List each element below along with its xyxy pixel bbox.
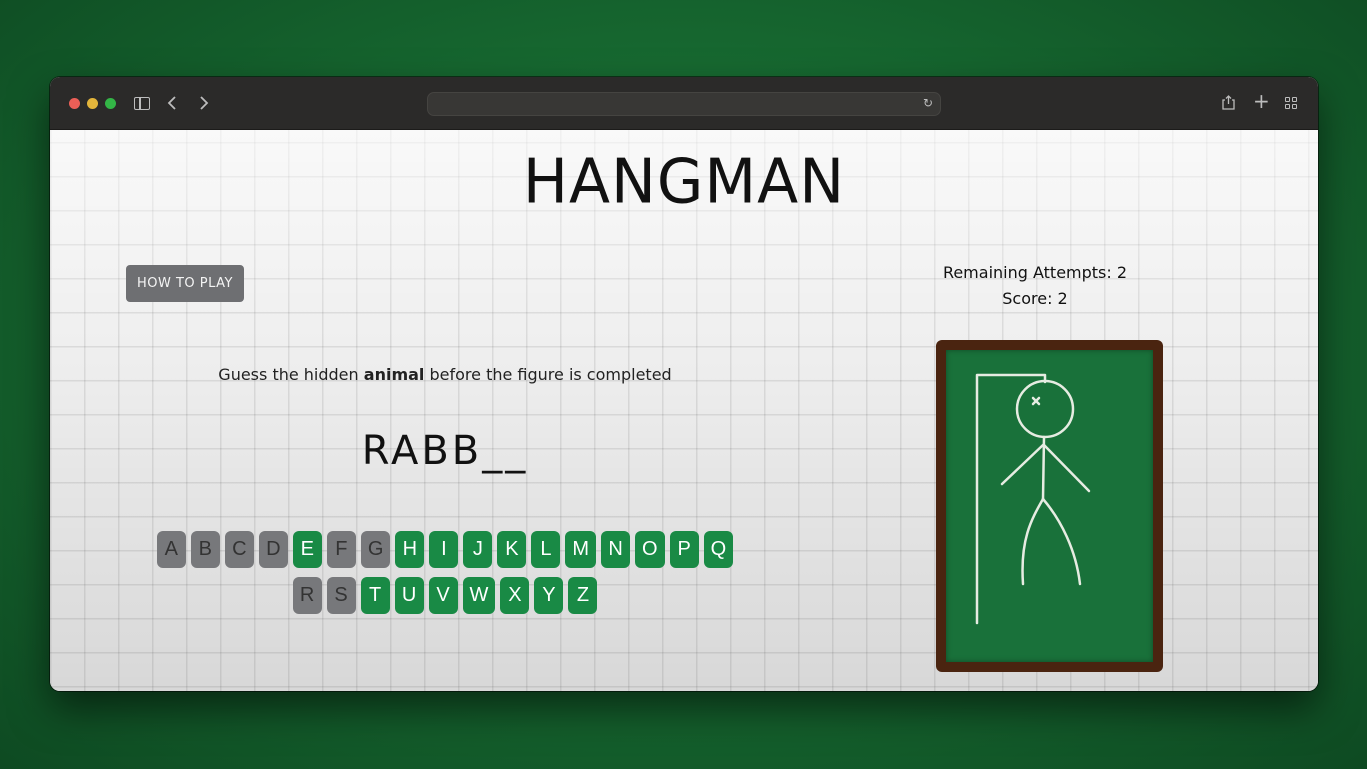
- address-bar[interactable]: ↻: [427, 92, 941, 116]
- letter-key-c[interactable]: C: [224, 531, 254, 568]
- letter-key-y[interactable]: Y: [534, 577, 564, 614]
- letter-key-t[interactable]: T: [360, 577, 390, 614]
- letter-key-o[interactable]: O: [635, 531, 665, 568]
- letter-key-e[interactable]: E: [292, 531, 322, 568]
- remaining-attempts: Remaining Attempts: 2: [942, 263, 1128, 282]
- letter-key-r[interactable]: R: [292, 577, 322, 614]
- chalkboard-frame: [936, 340, 1163, 672]
- chalkboard: [946, 350, 1153, 662]
- minimize-window-button[interactable]: [87, 98, 98, 109]
- instruction-category: animal: [363, 365, 425, 384]
- letter-key-m[interactable]: M: [565, 531, 597, 568]
- figure-left-leg: [1021, 497, 1045, 586]
- letter-key-u[interactable]: U: [394, 577, 424, 614]
- letter-key-z[interactable]: Z: [568, 577, 598, 614]
- letter-key-v[interactable]: V: [428, 577, 458, 614]
- letter-key-q[interactable]: Q: [703, 531, 734, 568]
- letter-key-n[interactable]: N: [601, 531, 631, 568]
- sidebar-icon[interactable]: [134, 97, 150, 110]
- share-icon[interactable]: [1222, 95, 1235, 110]
- letter-key-d[interactable]: D: [258, 531, 288, 568]
- back-icon[interactable]: [167, 96, 177, 110]
- gallows: [975, 373, 1047, 625]
- tab-overview-icon[interactable]: [1285, 97, 1298, 110]
- letter-key-p[interactable]: P: [669, 531, 699, 568]
- instruction-suffix: before the figure is completed: [429, 365, 672, 384]
- browser-window: ↻ + HANGMAN HOW TO PLAY Remaining Attemp…: [50, 77, 1318, 691]
- hangman-figure: [975, 373, 1091, 625]
- reload-icon[interactable]: ↻: [923, 96, 933, 110]
- figure-head: [1015, 379, 1075, 439]
- new-tab-icon[interactable]: +: [1253, 91, 1270, 111]
- forward-icon[interactable]: [199, 96, 209, 110]
- keyboard-row-1: ABCDEFGHIJKLMNOPQ: [50, 531, 840, 568]
- hidden-word: RABB__: [361, 428, 529, 474]
- figure-eye-x: [1031, 396, 1041, 406]
- letter-key-f[interactable]: F: [326, 531, 356, 568]
- game-page: HANGMAN HOW TO PLAY Remaining Attempts: …: [50, 130, 1318, 691]
- instruction-prefix: Guess the hidden: [218, 365, 359, 384]
- keyboard-row-2: RSTUVWXYZ: [50, 577, 840, 614]
- figure-left-arm: [1000, 443, 1045, 486]
- letter-key-i[interactable]: I: [429, 531, 459, 568]
- letter-key-h[interactable]: H: [395, 531, 425, 568]
- game-stats: Remaining Attempts: 2 Score: 2: [880, 260, 1190, 312]
- close-window-button[interactable]: [69, 98, 80, 109]
- how-to-play-button[interactable]: HOW TO PLAY: [126, 265, 244, 302]
- instruction-text: Guess the hidden animal before the figur…: [50, 365, 840, 384]
- letter-key-s[interactable]: S: [326, 577, 356, 614]
- figure-right-leg: [1041, 497, 1082, 586]
- letter-key-g[interactable]: G: [360, 531, 391, 568]
- figure-right-arm: [1042, 443, 1091, 493]
- letter-key-a[interactable]: A: [156, 531, 186, 568]
- page-title: HANGMAN: [522, 146, 846, 218]
- letter-keyboard: ABCDEFGHIJKLMNOPQ RSTUVWXYZ: [50, 531, 840, 623]
- score: Score: 2: [1002, 289, 1068, 308]
- browser-toolbar: ↻ +: [50, 77, 1318, 130]
- letter-key-l[interactable]: L: [531, 531, 561, 568]
- zoom-window-button[interactable]: [105, 98, 116, 109]
- letter-key-w[interactable]: W: [462, 577, 496, 614]
- letter-key-j[interactable]: J: [463, 531, 493, 568]
- letter-key-k[interactable]: K: [497, 531, 527, 568]
- letter-key-x[interactable]: X: [500, 577, 530, 614]
- letter-key-b[interactable]: B: [190, 531, 220, 568]
